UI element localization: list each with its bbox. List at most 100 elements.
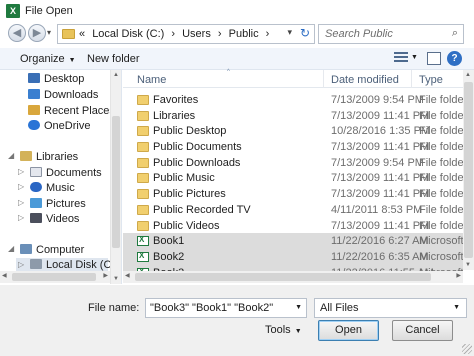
pictures-icon (30, 198, 42, 208)
sidebar-item-libraries[interactable]: ◢ Libraries (8, 151, 78, 163)
scroll-up-arrow[interactable]: ▲ (113, 72, 119, 78)
folder-icon (137, 204, 149, 215)
file-row-public-recorded-tv[interactable]: Public Recorded TV 4/11/2011 8:53 PM File … (123, 202, 463, 218)
expand-collapsed-icon[interactable]: ▷ (18, 167, 24, 176)
address-dropdown-icon[interactable]: ▾ (287, 27, 292, 38)
sidebar-item-computer[interactable]: ◢ Computer (8, 244, 84, 256)
excel-app-icon: X (6, 4, 20, 18)
expand-collapsed-icon[interactable]: ▷ (18, 213, 24, 222)
refresh-icon[interactable]: ↻ (300, 26, 310, 40)
file-row-favorites[interactable]: Favorites 7/13/2009 9:54 PM File folder (123, 92, 463, 108)
sidebar-item-label: Music (46, 182, 75, 194)
column-header-type[interactable]: Type (419, 74, 443, 86)
tools-label: Tools (265, 324, 291, 336)
organize-button[interactable]: Organize ▼ (20, 53, 76, 65)
recent-locations-dropdown[interactable]: ▾ (47, 28, 51, 37)
scroll-right-arrow[interactable]: ▶ (456, 272, 461, 279)
resize-grip-icon[interactable] (462, 344, 472, 354)
file-row-public-music[interactable]: Public Music 7/13/2009 11:41 PM File folde… (123, 170, 463, 186)
navigation-pane-horizontal-scrollbar[interactable]: ◀ ▶ (0, 271, 110, 283)
breadcrumb-separator[interactable]: › (218, 28, 222, 40)
breadcrumb-public[interactable]: Public (229, 28, 259, 40)
address-bar[interactable]: « Local Disk (C:) › Users › Public › ▾ ↻ (57, 24, 315, 44)
breadcrumb-local-disk[interactable]: Local Disk (C:) (92, 28, 164, 40)
file-row-book2[interactable]: Book2 11/22/2016 6:35 AMMicrosoft (123, 248, 463, 265)
search-icon[interactable]: ⌕ (452, 27, 458, 40)
navigation-pane: Desktop Downloads Recent Places OneDrive… (0, 70, 122, 284)
breadcrumb-separator[interactable]: › (266, 28, 270, 40)
sidebar-item-downloads[interactable]: Downloads (28, 89, 98, 101)
sidebar-item-pictures[interactable]: ▷ Pictures (18, 198, 86, 210)
sidebar-item-recent-places[interactable]: Recent Places (28, 105, 115, 117)
folder-icon (137, 110, 149, 121)
scrollbar-thumb[interactable] (464, 82, 473, 258)
documents-icon (30, 167, 42, 177)
scroll-down-arrow[interactable]: ▼ (465, 262, 471, 268)
sidebar-item-videos[interactable]: ▷ Videos (18, 213, 80, 225)
folder-icon (137, 95, 149, 105)
file-list: ^ Name Date modified Type Favorites 7/13/… (123, 69, 463, 284)
cancel-button[interactable]: Cancel (392, 320, 453, 341)
expand-collapsed-icon[interactable]: ▷ (18, 198, 24, 207)
scrollbar-thumb[interactable] (12, 273, 96, 281)
file-row-public-pictures[interactable]: Public Pictures 7/13/2009 11:41 PM File fo… (123, 186, 463, 202)
scroll-right-arrow[interactable]: ▶ (103, 272, 108, 279)
expand-expanded-icon[interactable]: ◢ (8, 244, 14, 253)
file-date: 7/13/2009 9:54 PM (331, 94, 424, 106)
breadcrumb-separator[interactable]: › (171, 28, 175, 40)
help-icon[interactable]: ? (447, 51, 462, 66)
file-row-book1[interactable]: Book1 11/22/2016 6:27 AMMicrosoft (123, 233, 463, 249)
file-row-libraries[interactable]: Libraries 7/13/2009 11:41 PM File folder (123, 108, 463, 124)
file-name: Public Desktop (153, 125, 227, 138)
file-row-public-desktop[interactable]: Public Desktop 10/28/2016 1:35 PM File fol… (123, 123, 463, 139)
sidebar-item-label: Local Disk (C:) (46, 259, 119, 271)
expand-expanded-icon[interactable]: ◢ (8, 151, 14, 160)
sidebar-item-music[interactable]: ▷ Music (18, 182, 75, 194)
column-header-name[interactable]: Name (137, 74, 166, 86)
column-divider[interactable] (323, 70, 324, 88)
window-title: File Open (25, 5, 73, 17)
change-view-icon[interactable] (394, 52, 408, 64)
file-row-public-videos[interactable]: Public Videos 7/13/2009 11:41 PM File fold… (123, 218, 463, 234)
new-folder-button[interactable]: New folder (87, 53, 140, 65)
expand-collapsed-icon[interactable]: ▷ (18, 182, 24, 191)
file-name: Public Pictures (153, 188, 226, 201)
sidebar-item-desktop[interactable]: Desktop (28, 73, 84, 85)
chevron-down-icon: ▼ (294, 328, 302, 335)
file-name-field[interactable]: "Book3" "Book1" "Book2" ▼ (145, 298, 307, 318)
forward-button[interactable]: ▶ (28, 24, 46, 42)
column-divider[interactable] (411, 70, 412, 88)
organize-label: Organize (20, 53, 65, 65)
scroll-left-arrow[interactable]: ◀ (125, 272, 130, 279)
search-input[interactable]: Search Public ⌕ (318, 24, 464, 44)
scrollbar-thumb[interactable] (135, 273, 431, 281)
navigation-pane-scrollbar[interactable]: ▲ ▼ (110, 70, 121, 284)
file-name: Public Downloads (153, 156, 241, 169)
view-options-dropdown[interactable]: ▼ (411, 54, 418, 61)
sidebar-item-label: Videos (46, 213, 80, 225)
file-list-vertical-scrollbar[interactable]: ▲ ▼ (463, 70, 474, 270)
tools-button[interactable]: Tools ▼ (265, 324, 302, 336)
file-type: Microsoft (419, 250, 463, 263)
back-button[interactable]: ◀ (8, 24, 26, 42)
file-name: Public Documents (153, 141, 242, 154)
file-row-public-downloads[interactable]: Public Downloads 7/13/2009 9:54 PM File fo… (123, 155, 463, 171)
column-header-date-modified[interactable]: Date modified (331, 74, 399, 86)
breadcrumb-users[interactable]: Users (182, 28, 211, 40)
expand-collapsed-icon[interactable]: ▷ (18, 260, 24, 269)
breadcrumb-overflow[interactable]: « (79, 28, 85, 40)
file-list-horizontal-scrollbar[interactable]: ◀ ▶ (123, 271, 463, 283)
open-button[interactable]: Open (318, 320, 379, 341)
preview-pane-icon[interactable] (427, 52, 441, 65)
folder-icon (137, 189, 149, 200)
scroll-up-arrow[interactable]: ▲ (465, 72, 471, 78)
title-bar: X File Open (0, 0, 474, 22)
scroll-left-arrow[interactable]: ◀ (2, 272, 7, 279)
sidebar-item-onedrive[interactable]: OneDrive (28, 120, 90, 132)
scroll-down-arrow[interactable]: ▼ (113, 276, 119, 282)
chevron-down-icon[interactable]: ▼ (295, 304, 302, 311)
scrollbar-thumb[interactable] (112, 116, 120, 248)
file-row-public-documents[interactable]: Public Documents 7/13/2009 11:41 PM File f… (123, 139, 463, 155)
sidebar-item-documents[interactable]: ▷ Documents (18, 167, 102, 179)
file-type-select[interactable]: All Files ▼ (314, 298, 467, 318)
